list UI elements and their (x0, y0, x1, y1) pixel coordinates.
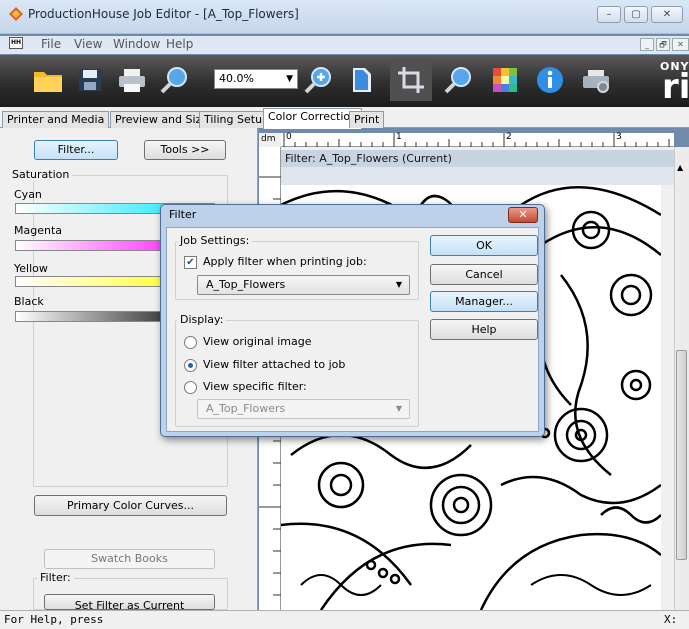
dialog-body: Job Settings: ✔ Apply filter when printi… (166, 227, 539, 432)
view-specific-filter-radio[interactable] (184, 381, 197, 394)
app-logo-icon (9, 7, 23, 21)
ruler-mark-2: 2 (506, 132, 512, 142)
open-folder-icon[interactable] (30, 62, 66, 98)
view-original-label[interactable]: View original image (203, 335, 311, 348)
help-button[interactable]: Help (430, 319, 538, 340)
saturation-label: Saturation (9, 168, 73, 181)
status-coordinate: X: (664, 613, 678, 626)
status-bar: For Help, press X: (0, 610, 689, 629)
primary-color-curves-button[interactable]: Primary Color Curves... (34, 495, 227, 516)
menu-file[interactable]: File (41, 37, 61, 51)
menu-bar (0, 36, 689, 54)
mdi-restore-button[interactable]: 🗗 (656, 38, 670, 51)
menu-view[interactable]: View (74, 37, 102, 51)
specific-filter-dropdown[interactable]: A_Top_Flowers ▼ (197, 399, 410, 419)
document-menu-icon[interactable]: HH (9, 37, 23, 49)
display-label: Display: (177, 313, 227, 326)
menu-window[interactable]: Window (113, 37, 160, 51)
manager-button[interactable]: Manager... (430, 291, 538, 312)
chevron-down-icon: ▼ (395, 404, 402, 413)
status-help-text: For Help, press (4, 613, 104, 626)
tab-print[interactable]: Print (349, 111, 385, 128)
page-icon[interactable] (344, 62, 380, 98)
magnifier-icon[interactable] (440, 62, 476, 98)
job-filter-dropdown[interactable]: A_Top_Flowers ▼ (197, 275, 410, 295)
print-icon[interactable] (114, 62, 150, 98)
chevron-down-icon: ▼ (395, 280, 402, 289)
ruler-mark-1: 1 (396, 132, 402, 142)
filter-group-label: Filter: (37, 571, 74, 584)
info-icon[interactable] (532, 62, 568, 98)
ruler-unit: dm (259, 133, 281, 147)
magenta-label: Magenta (14, 224, 63, 237)
specific-filter-value: A_Top_Flowers (206, 402, 286, 415)
zoom-value: 40.0% (219, 72, 254, 85)
ruler-mark-3: 3 (616, 132, 622, 142)
brand-logo: ri (662, 67, 689, 107)
document-subheader (281, 167, 674, 185)
close-window-button[interactable]: ✕ (651, 6, 683, 23)
job-filter-value: A_Top_Flowers (206, 278, 286, 291)
ruler-mark-0: 0 (286, 132, 292, 142)
mdi-close-button[interactable]: ✕ (672, 38, 689, 51)
crop-icon[interactable] (390, 59, 432, 101)
view-filter-attached-radio[interactable] (184, 359, 197, 372)
set-filter-as-current-button[interactable]: Set Filter as Current (44, 594, 215, 610)
scrollbar-thumb[interactable] (676, 350, 687, 560)
mdi-minimize-button[interactable]: _ (640, 38, 654, 51)
zoom-icon[interactable] (156, 62, 192, 98)
minimize-button[interactable]: – (597, 6, 621, 23)
yellow-label: Yellow (14, 262, 48, 275)
tab-color-correction[interactable]: Color Correction (263, 108, 363, 129)
maximize-button[interactable]: ▢ (624, 6, 648, 23)
document-title: Filter: A_Top_Flowers (Current) (281, 150, 674, 167)
dialog-title: Filter (169, 208, 197, 221)
tab-printer-and-media[interactable]: Printer and Media (2, 111, 110, 128)
cancel-button[interactable]: Cancel (430, 264, 538, 285)
chevron-down-icon: ▼ (286, 74, 293, 84)
ok-button[interactable]: OK (430, 235, 538, 256)
horizontal-ruler: 0 1 2 3 (281, 132, 674, 147)
window-title: ProductionHouse Job Editor - [A_Top_Flow… (28, 7, 299, 21)
zoom-in-icon[interactable] (300, 62, 336, 98)
zoom-dropdown[interactable]: 40.0% ▼ (214, 69, 298, 89)
filter-button[interactable]: Filter... (34, 140, 118, 160)
view-original-radio[interactable] (184, 336, 197, 349)
job-settings-label: Job Settings: (177, 234, 253, 247)
save-icon[interactable] (72, 62, 108, 98)
color-grid-icon[interactable] (487, 62, 523, 98)
tab-preview-and-size[interactable]: Preview and Size (110, 111, 214, 128)
black-label: Black (14, 295, 44, 308)
apply-filter-checkbox[interactable]: ✔ (184, 256, 197, 269)
scroll-up-icon[interactable]: ▲ (677, 163, 683, 172)
apply-filter-label[interactable]: Apply filter when printing job: (203, 255, 367, 268)
view-filter-attached-label[interactable]: View filter attached to job (203, 358, 345, 371)
cyan-label: Cyan (14, 188, 42, 201)
tools-button[interactable]: Tools >> (144, 140, 226, 160)
filter-dialog: Filter ✕ Job Settings: ✔ Apply filter wh… (160, 204, 545, 437)
view-specific-filter-label[interactable]: View specific filter: (203, 380, 307, 393)
menu-help[interactable]: Help (166, 37, 193, 51)
dialog-close-button[interactable]: ✕ (508, 207, 538, 223)
printer-settings-icon[interactable] (578, 62, 614, 98)
swatch-books-button[interactable]: Swatch Books (44, 549, 215, 569)
